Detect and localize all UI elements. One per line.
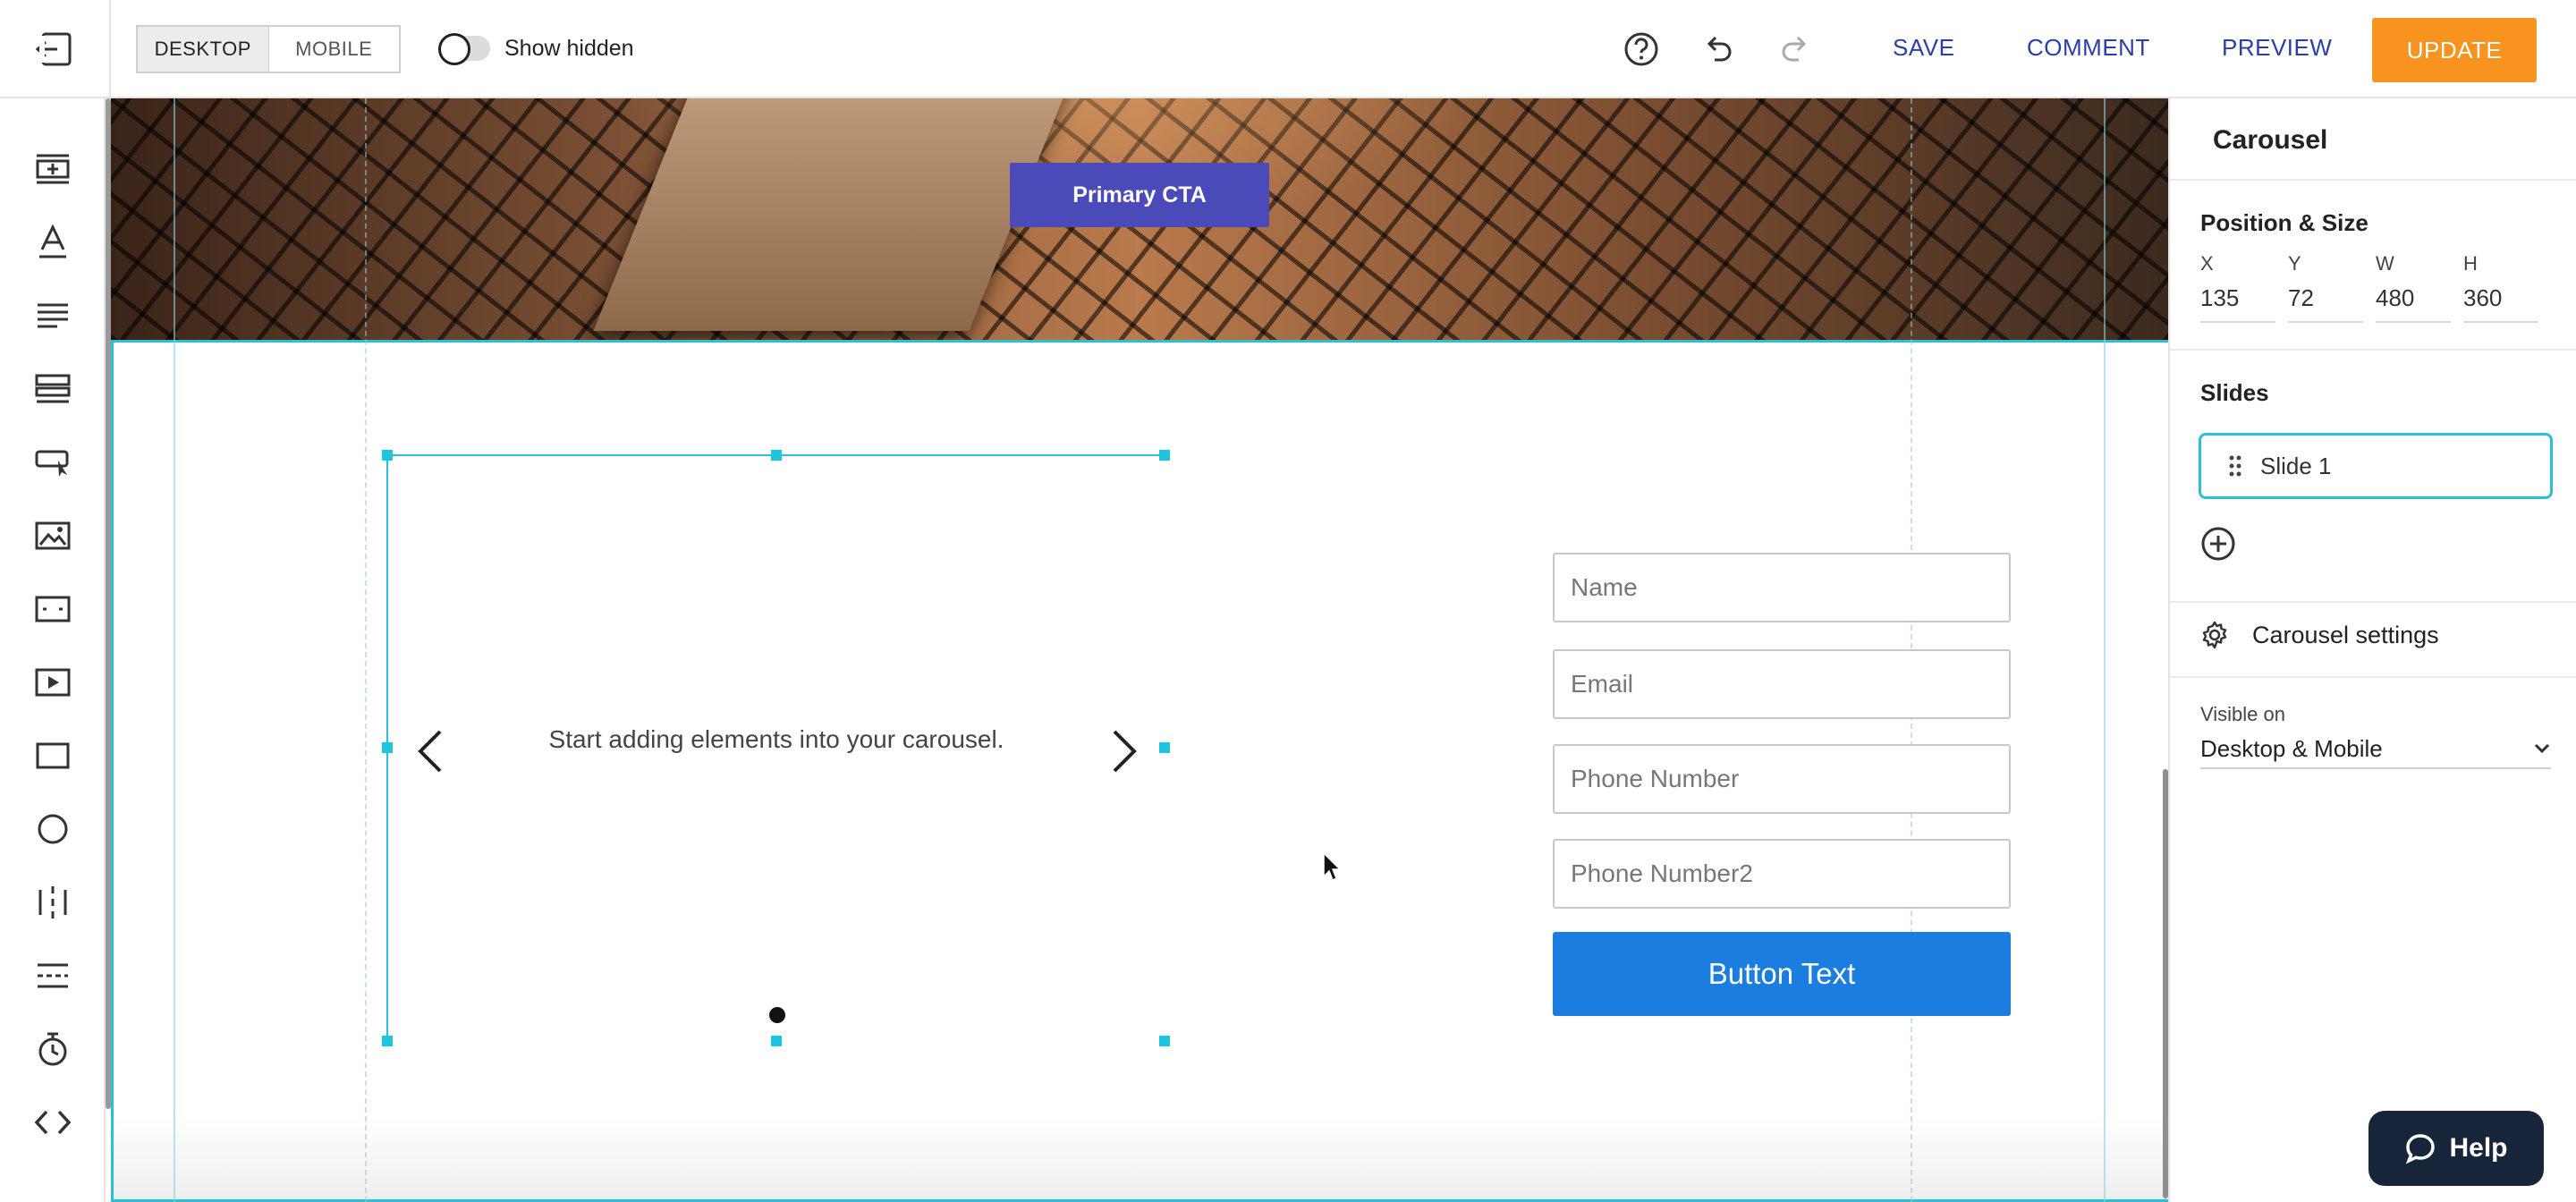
carousel-prev-arrow-icon[interactable] — [413, 724, 449, 778]
guide-line — [2104, 98, 2106, 1202]
undo-icon[interactable] — [1698, 29, 1739, 70]
paragraph-icon[interactable] — [30, 293, 75, 338]
carousel-next-arrow-icon[interactable] — [1106, 724, 1141, 778]
x-input[interactable]: 135 — [2200, 284, 2275, 323]
help-button[interactable]: Help — [2368, 1111, 2544, 1186]
update-button[interactable]: UPDATE — [2372, 18, 2537, 82]
carousel-settings-link[interactable]: Carousel settings — [2200, 621, 2439, 649]
resize-handle[interactable] — [382, 450, 393, 461]
add-section-icon[interactable] — [30, 147, 75, 191]
help-label: Help — [2449, 1133, 2508, 1163]
redo-icon[interactable] — [1775, 29, 1816, 70]
hero-background-image — [593, 98, 1078, 331]
toolbar-divider — [109, 0, 111, 98]
primary-cta-button[interactable]: Primary CTA — [1010, 163, 1269, 227]
drag-handle-icon[interactable] — [2228, 454, 2242, 478]
w-label: W — [2376, 252, 2394, 275]
y-label: Y — [2288, 252, 2301, 275]
tab-mobile[interactable]: MOBILE — [269, 27, 400, 72]
chevron-down-icon — [2534, 743, 2550, 754]
circle-icon[interactable] — [30, 807, 75, 851]
size-w[interactable]: W 480 — [2376, 252, 2451, 323]
w-input[interactable]: 480 — [2376, 284, 2451, 323]
add-slide-icon[interactable] — [2200, 526, 2236, 562]
guide-line — [174, 98, 175, 1202]
resize-handle[interactable] — [1159, 742, 1170, 753]
phone-number2-field[interactable]: Phone Number2 — [1553, 839, 2011, 909]
resize-handle[interactable] — [771, 450, 782, 461]
video-icon[interactable] — [30, 660, 75, 705]
hero-section: Primary CTA — [111, 98, 2168, 340]
guide-line — [365, 98, 367, 1202]
image-icon[interactable] — [30, 513, 75, 558]
resize-handle[interactable] — [1159, 1036, 1170, 1046]
position-x[interactable]: X 135 — [2200, 252, 2275, 323]
tab-desktop[interactable]: DESKTOP — [138, 27, 269, 72]
chat-bubble-icon — [2406, 1134, 2436, 1164]
comment-button[interactable]: COMMENT — [2027, 34, 2150, 62]
separator-icon[interactable] — [30, 953, 75, 998]
h-input[interactable]: 360 — [2463, 284, 2538, 323]
gear-icon — [2202, 621, 2227, 649]
panel-divider — [2170, 179, 2576, 181]
email-field[interactable]: Email — [1553, 649, 2011, 719]
exit-editor-icon[interactable] — [32, 29, 75, 70]
mouse-cursor-icon — [1323, 851, 1342, 882]
save-button[interactable]: SAVE — [1893, 34, 1954, 62]
device-toggle: DESKTOP MOBILE — [136, 25, 401, 73]
carousel-pagination-dot[interactable] — [769, 1007, 785, 1023]
resize-handle[interactable] — [382, 742, 393, 753]
element-toolbar — [0, 98, 106, 1202]
visible-on-label: Visible on — [2200, 703, 2285, 725]
properties-panel: Carousel Position & Size X 135 Y 72 W 48… — [2168, 98, 2576, 1202]
resize-handle[interactable] — [1159, 450, 1170, 461]
visible-on-value: Desktop & Mobile — [2200, 734, 2383, 762]
panel-divider — [2170, 601, 2576, 603]
position-size-heading: Position & Size — [2200, 209, 2368, 236]
panel-divider — [2170, 676, 2576, 678]
carousel-element[interactable]: Start adding elements into your carousel… — [382, 450, 1170, 1046]
resize-handle[interactable] — [771, 1036, 782, 1046]
show-hidden-label: Show hidden — [504, 35, 634, 61]
slides-heading: Slides — [2200, 379, 2269, 406]
show-hidden-toggle[interactable]: Show hidden — [438, 32, 634, 65]
size-h[interactable]: H 360 — [2463, 252, 2538, 323]
top-toolbar: DESKTOP MOBILE Show hidden SAVE COMMENT … — [0, 0, 2576, 98]
carousel-placeholder-text: Start adding elements into your carousel… — [548, 725, 1004, 753]
code-icon[interactable] — [30, 1100, 75, 1145]
position-y[interactable]: Y 72 — [2288, 252, 2363, 323]
visible-on-select[interactable]: Desktop & Mobile — [2200, 730, 2551, 769]
divider-box-icon[interactable] — [30, 587, 75, 631]
help-circle-icon[interactable] — [1621, 29, 1662, 70]
columns-icon[interactable] — [30, 880, 75, 925]
resize-handle[interactable] — [382, 1036, 393, 1046]
preview-button[interactable]: PREVIEW — [2222, 34, 2332, 62]
toggle-switch[interactable] — [438, 33, 490, 65]
carousel-settings-label: Carousel settings — [2252, 621, 2439, 648]
h-label: H — [2463, 252, 2478, 275]
form-submit-button[interactable]: Button Text — [1553, 932, 2011, 1016]
text-icon[interactable] — [30, 220, 75, 265]
rows-icon[interactable] — [30, 367, 75, 411]
panel-title: Carousel — [2213, 125, 2328, 155]
panel-divider — [2170, 349, 2576, 351]
phone-number-field[interactable]: Phone Number — [1553, 744, 2011, 814]
rectangle-icon[interactable] — [30, 733, 75, 778]
timer-icon[interactable] — [30, 1027, 75, 1071]
slide-list-item[interactable]: Slide 1 — [2199, 433, 2553, 499]
name-field[interactable]: Name — [1553, 553, 2011, 622]
slide-label: Slide 1 — [2260, 452, 2332, 479]
x-label: X — [2200, 252, 2214, 275]
editor-canvas: Primary CTA Start adding elements into y… — [111, 98, 2168, 1202]
y-input[interactable]: 72 — [2288, 284, 2363, 323]
button-icon[interactable] — [30, 440, 75, 485]
